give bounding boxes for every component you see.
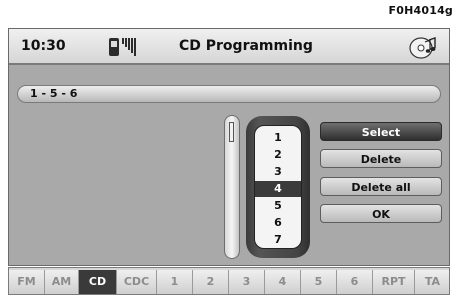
program-sequence-bar: 1 - 5 - 6 bbox=[17, 85, 441, 103]
tab-cdc[interactable]: CDC bbox=[117, 270, 157, 294]
track-item-3[interactable]: 3 bbox=[255, 164, 301, 180]
page-title: CD Programming bbox=[179, 38, 313, 54]
phone-signal-icon bbox=[109, 38, 136, 56]
track-item-4-selected[interactable]: 4 bbox=[255, 181, 301, 197]
figure-reference: F0H4014g bbox=[388, 4, 453, 17]
bottom-tab-bar: FM AM CD CDC 1 2 3 4 5 6 RPT TA bbox=[8, 267, 450, 295]
tab-am[interactable]: AM bbox=[45, 270, 79, 294]
header-bar: 10:30 CD Programming bbox=[9, 29, 449, 65]
tab-cd[interactable]: CD bbox=[79, 270, 117, 294]
tab-preset-4[interactable]: 4 bbox=[265, 270, 301, 294]
tab-preset-1[interactable]: 1 bbox=[157, 270, 193, 294]
tab-preset-6[interactable]: 6 bbox=[337, 270, 373, 294]
ok-button[interactable]: OK bbox=[320, 204, 442, 223]
delete-all-button[interactable]: Delete all bbox=[320, 177, 442, 196]
tab-rpt[interactable]: RPT bbox=[373, 270, 415, 294]
delete-button[interactable]: Delete bbox=[320, 149, 442, 168]
select-button[interactable]: Select bbox=[320, 122, 442, 141]
track-item-5[interactable]: 5 bbox=[255, 198, 301, 214]
scrollbar-thumb[interactable] bbox=[229, 122, 234, 142]
track-item-2[interactable]: 2 bbox=[255, 147, 301, 163]
tab-preset-5[interactable]: 5 bbox=[301, 270, 337, 294]
tab-preset-3[interactable]: 3 bbox=[229, 270, 265, 294]
track-picker-list[interactable]: 1 2 3 4 5 6 7 bbox=[254, 125, 302, 249]
track-picker[interactable]: 1 2 3 4 5 6 7 bbox=[246, 116, 310, 258]
tab-preset-2[interactable]: 2 bbox=[193, 270, 229, 294]
track-list-scrollbar[interactable] bbox=[224, 115, 240, 259]
main-screen: 10:30 CD Programming 1 - 5 - 6 1 2 3 4 5… bbox=[8, 28, 450, 266]
track-item-7[interactable]: 7 bbox=[255, 232, 301, 248]
program-sequence-text: 1 - 5 - 6 bbox=[30, 87, 78, 100]
screenshot-frame: F0H4014g 10:30 CD Programming 1 - 5 - 6 … bbox=[0, 0, 459, 295]
tab-ta[interactable]: TA bbox=[415, 270, 449, 294]
clock-time: 10:30 bbox=[21, 38, 66, 54]
cd-icon bbox=[409, 37, 436, 59]
track-item-6[interactable]: 6 bbox=[255, 215, 301, 231]
tab-fm[interactable]: FM bbox=[9, 270, 45, 294]
track-item-1[interactable]: 1 bbox=[255, 130, 301, 146]
